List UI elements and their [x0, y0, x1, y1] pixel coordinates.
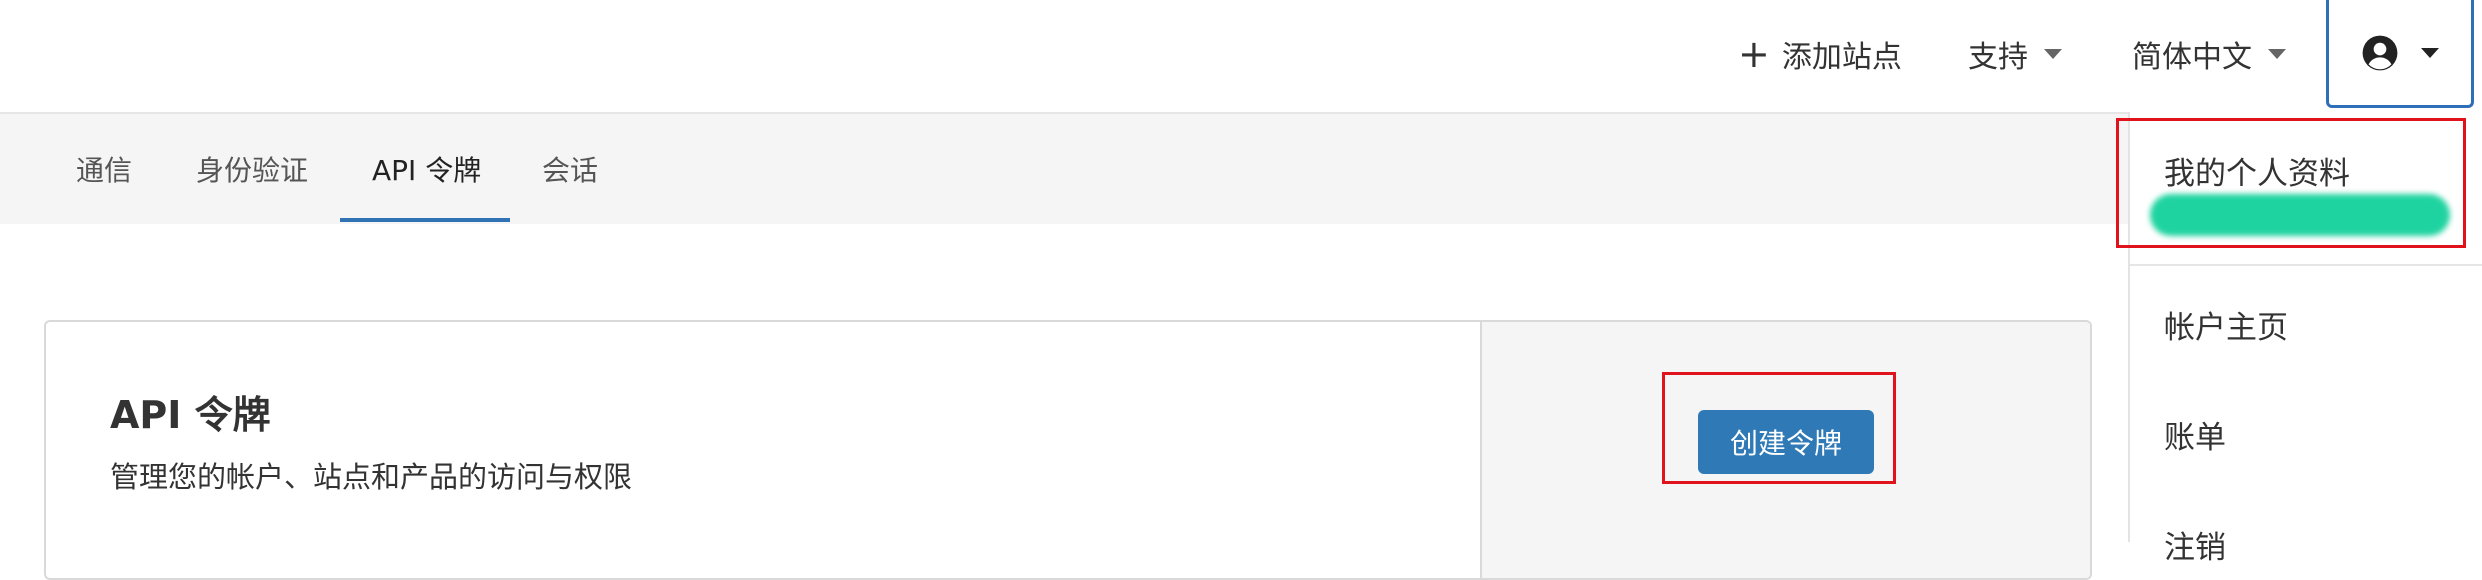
create-token-button[interactable]: 创建令牌 — [1698, 410, 1874, 474]
add-site-button[interactable]: + 添加站点 — [1738, 30, 1902, 78]
account-home-item[interactable]: 帐户主页 — [2164, 302, 2288, 347]
support-label: 支持 — [1968, 40, 2028, 75]
tab-api-tokens[interactable]: API 令牌 — [372, 114, 481, 224]
chevron-down-icon — [2268, 49, 2286, 59]
support-menu[interactable]: 支持 — [1968, 30, 2062, 78]
dropdown-divider — [2130, 264, 2482, 266]
user-circle-icon — [2362, 35, 2398, 70]
tab-communication[interactable]: 通信 — [76, 114, 132, 224]
my-profile-item[interactable]: 我的个人资料 — [2164, 148, 2350, 193]
billing-item[interactable]: 账单 — [2164, 412, 2226, 457]
account-menu-button[interactable] — [2326, 0, 2474, 108]
chevron-down-icon — [2044, 49, 2062, 59]
active-tab-indicator — [340, 218, 510, 222]
add-site-label: 添加站点 — [1781, 40, 1902, 75]
language-menu[interactable]: 简体中文 — [2132, 30, 2286, 78]
tab-authentication[interactable]: 身份验证 — [196, 114, 308, 224]
sub-nav: 通信 身份验证 API 令牌 会话 — [0, 114, 2130, 224]
language-label: 简体中文 — [2132, 40, 2252, 75]
card-subtitle: 管理您的帐户、站点和产品的访问与权限 — [110, 460, 633, 494]
tab-sessions[interactable]: 会话 — [542, 114, 598, 224]
top-bar: + 添加站点 支持 简体中文 — [0, 0, 2482, 114]
card-title: API 令牌 — [110, 393, 271, 437]
logout-item[interactable]: 注销 — [2164, 522, 2226, 567]
account-dropdown: 我的个人资料 帐户主页 账单 注销 — [2128, 112, 2482, 566]
redacted-email — [2150, 194, 2450, 236]
chevron-down-icon — [2421, 47, 2439, 58]
plus-icon: + — [1738, 32, 1770, 76]
